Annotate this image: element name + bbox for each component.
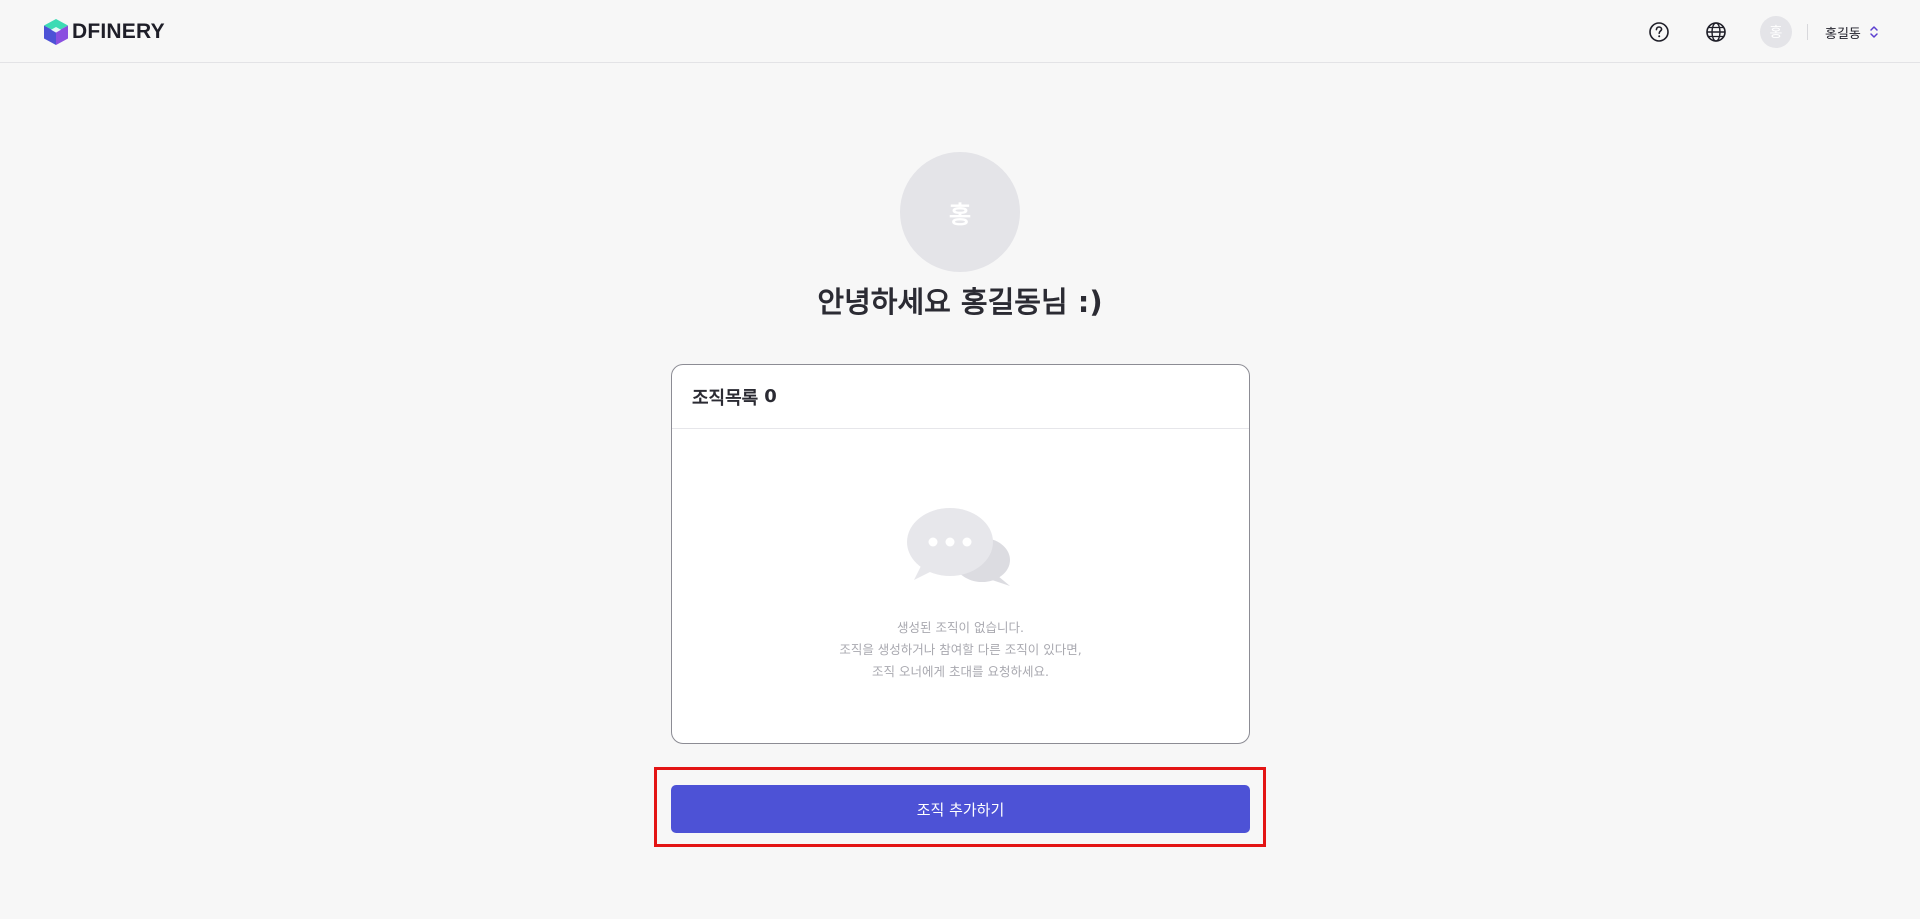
chat-bubbles-icon [907,508,1010,586]
organization-list-header: 조직목록 0 [672,365,1249,429]
header-avatar-initial: 홍 [1769,25,1783,41]
user-name: 홍길동 [1825,26,1861,42]
header-avatar[interactable]: 홍 [1760,16,1792,48]
organization-list-title: 조직목록 [692,387,759,409]
profile-avatar-initial: 홍 [948,200,972,229]
organization-count: 0 [764,386,777,407]
add-organization-button[interactable]: 조직 추가하기 [671,785,1250,833]
user-menu-toggle[interactable]: 홍길동 [1825,20,1879,44]
help-icon[interactable] [1647,20,1671,44]
empty-state-message: 생성된 조직이 없습니다. 조직을 생성하거나 참여할 다른 조직이 있다면, … [672,617,1249,683]
empty-state-line-1: 생성된 조직이 없습니다. [897,620,1024,635]
globe-icon[interactable] [1704,20,1728,44]
empty-state-line-2: 조직을 생성하거나 참여할 다른 조직이 있다면, [839,642,1082,657]
profile-avatar: 홍 [900,152,1020,272]
chevron-up-down-icon [1870,26,1878,38]
dfinery-cube-icon [44,19,68,45]
greeting-title: 안녕하세요 홍길동님 :) [817,285,1103,319]
empty-state-line-3: 조직 오너에게 초대를 요청하세요. [872,664,1049,679]
dfinery-logo[interactable]: DFINERY [43,17,165,47]
logo-wordmark: DFINERY [72,20,165,43]
header-divider [1807,24,1808,40]
top-header: DFINERY 홍 홍길동 [0,0,1920,63]
organization-list-card: 조직목록 0 생성된 조직이 없습니다. 조직을 생성하거나 참여할 다른 조직… [671,364,1250,744]
